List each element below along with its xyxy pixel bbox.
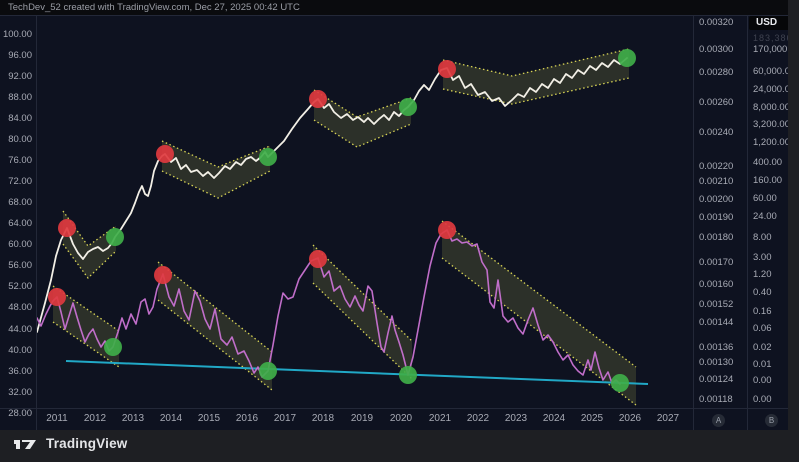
axis-toggle-a-button[interactable]: A bbox=[712, 414, 725, 427]
page-margin bbox=[788, 0, 799, 430]
left-axis-divider bbox=[36, 15, 37, 430]
time-axis-divider bbox=[0, 408, 788, 409]
right-axis-inner-divider bbox=[693, 15, 694, 430]
footer-bar: TradingView bbox=[0, 430, 799, 462]
attribution-bar: TechDev_52 created with TradingView.com,… bbox=[0, 0, 788, 15]
tradingview-brand-text[interactable]: TradingView bbox=[46, 436, 127, 451]
attribution-text: TechDev_52 created with TradingView.com,… bbox=[8, 2, 300, 13]
right-axis-outer-divider bbox=[747, 15, 748, 430]
page: TechDev_52 created with TradingView.com,… bbox=[0, 0, 799, 462]
tradingview-logo-icon[interactable] bbox=[14, 437, 38, 458]
plot-area[interactable] bbox=[36, 15, 692, 408]
currency-selector-button[interactable]: USD bbox=[749, 16, 793, 30]
topbar-divider bbox=[0, 15, 788, 16]
axis-toggle-b-button[interactable]: B bbox=[765, 414, 778, 427]
tradingview-chart-widget: TechDev_52 created with TradingView.com,… bbox=[0, 0, 788, 430]
